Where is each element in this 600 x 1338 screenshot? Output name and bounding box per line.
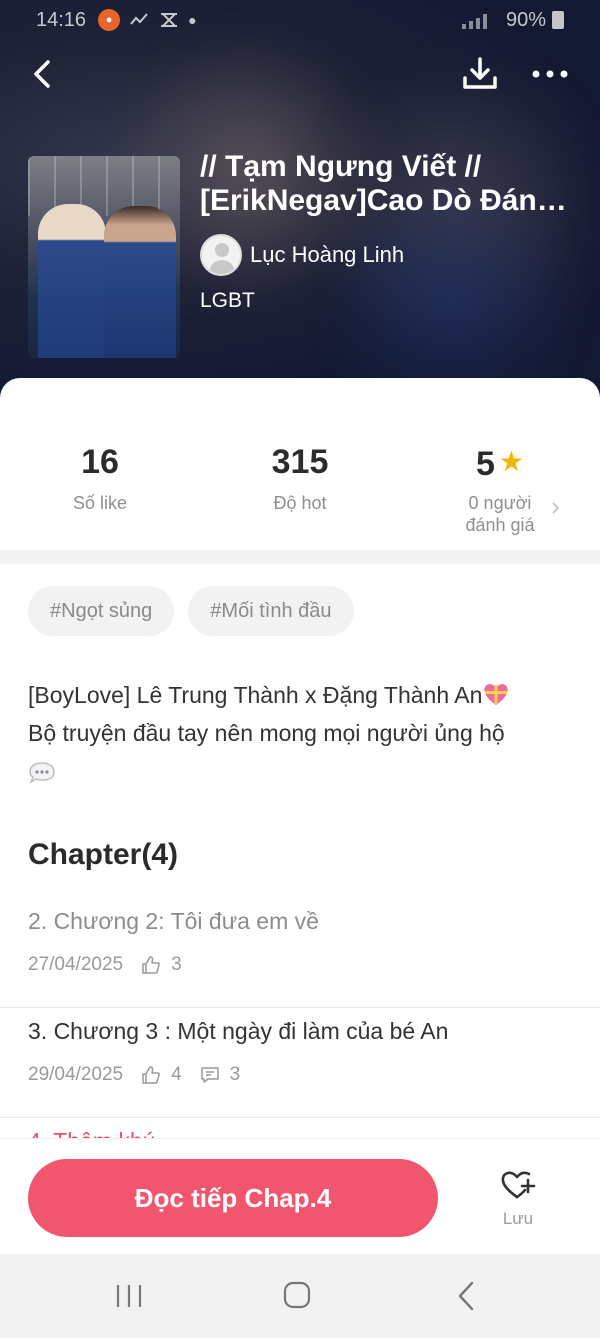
signal-activity-icon — [130, 13, 148, 25]
rating-value: 5 — [475, 445, 495, 483]
hot-label: Độ hot — [273, 493, 327, 513]
description-line2: Bộ truyện đầu tay nên mong mọi người ủng… — [28, 720, 505, 746]
chapter-like-count: 3 — [171, 954, 182, 975]
story-stats: 16 Số like 315 Độ hot 5 ★ 0 người đánh gi… — [0, 440, 600, 550]
like-icon — [142, 1066, 161, 1084]
save-label[interactable]: Lưu — [478, 1209, 558, 1229]
recent-apps-icon[interactable] — [114, 1282, 144, 1310]
battery-percent: 90% — [505, 8, 546, 31]
status-time: 14:16 — [36, 8, 87, 31]
chapter-item[interactable]: 2. Chương 2: Tôi đưa em về 27/04/2025 3 — [0, 898, 600, 1008]
story-title: // Tạm Ngưng Viết // [ErikNegav]Cao Dò Đ… — [200, 150, 580, 218]
nav-back-icon[interactable] — [456, 1280, 476, 1312]
rating-stat[interactable]: 5 ★ 0 người đánh giá — [400, 440, 600, 550]
hot-count: 315 — [271, 443, 329, 481]
author-name[interactable]: Lục Hoàng Linh — [250, 242, 404, 268]
chapter-title[interactable]: 2. Chương 2: Tôi đưa em về — [28, 908, 319, 935]
hot-stat: 315 Độ hot — [200, 440, 400, 550]
comment-icon — [200, 1067, 219, 1083]
notification-dot-icon: ● — [188, 12, 197, 28]
chapter-item[interactable]: 3. Chương 3 : Một ngày đi làm của bé An … — [0, 1008, 600, 1118]
rating-label: đánh giá — [465, 515, 535, 535]
story-genre[interactable]: LGBT — [200, 289, 255, 313]
likes-count: 16 — [81, 443, 119, 481]
system-navigation-bar — [0, 1254, 600, 1338]
chapter-title[interactable]: 3. Chương 3 : Một ngày đi làm của bé An — [28, 1018, 448, 1045]
chapter-meta: 27/04/2025 3 — [28, 954, 200, 976]
tag-chip[interactable]: #Mối tình đầu — [188, 586, 354, 636]
likes-label: Số like — [72, 493, 128, 513]
rating-count-label: 0 người — [468, 493, 532, 513]
save-button[interactable]: Lưu — [478, 1161, 558, 1237]
wifi-signal-icon — [461, 14, 487, 29]
heart-gift-emoji-icon — [484, 684, 508, 705]
story-cover-image[interactable] — [28, 156, 180, 358]
back-arrow-icon[interactable] — [26, 56, 62, 92]
heart-plus-icon[interactable] — [500, 1167, 536, 1201]
download-icon[interactable] — [460, 54, 500, 94]
story-title-line1: // Tạm Ngưng Viết // — [200, 150, 482, 183]
tag-chip[interactable]: #Ngọt sủng — [28, 586, 175, 636]
like-icon — [142, 956, 161, 974]
likes-stat: 16 Số like — [0, 440, 200, 550]
chapter-date: 29/04/2025 — [28, 1064, 124, 1085]
section-divider — [0, 550, 600, 564]
author-link[interactable]: Lục Hoàng Linh — [200, 234, 404, 276]
chapter-item-partial[interactable]: 4. Thêm khú... — [28, 1126, 175, 1138]
continue-reading-button[interactable]: Đọc tiếp Chap.4 — [28, 1159, 438, 1237]
description-line1: [BoyLove] Lê Trung Thành x Đặng Thành An — [28, 682, 483, 708]
tag-list: #Ngọt sủng #Mối tình đầu — [28, 586, 354, 636]
top-navigation — [0, 50, 600, 100]
more-options-icon[interactable] — [528, 54, 572, 94]
chapter-like-count: 4 — [171, 1064, 182, 1085]
battery-icon — [552, 11, 564, 29]
chevron-right-icon[interactable] — [550, 498, 562, 518]
chapter-heading: Chapter(4) — [28, 838, 179, 871]
bottom-action-bar: Đọc tiếp Chap.4 Lưu — [0, 1138, 600, 1254]
author-avatar[interactable] — [200, 234, 242, 276]
story-title-line2: [ErikNegav]Cao Dò Đáng … — [200, 184, 580, 217]
chapter-date: 27/04/2025 — [28, 954, 124, 975]
crossed-box-icon — [161, 13, 178, 27]
screen-recorder-icon: ● — [98, 9, 121, 31]
home-icon[interactable] — [282, 1280, 312, 1310]
speech-bubble-emoji-icon — [29, 762, 55, 784]
chapter-meta: 29/04/2025 4 3 — [28, 1064, 258, 1086]
chapter-comment-count: 3 — [229, 1064, 241, 1085]
status-bar: 14:16 ● ● 90% — [0, 0, 600, 40]
story-description: [BoyLove] Lê Trung Thành x Đặng Thành An… — [28, 676, 578, 790]
star-icon: ★ — [498, 446, 525, 477]
